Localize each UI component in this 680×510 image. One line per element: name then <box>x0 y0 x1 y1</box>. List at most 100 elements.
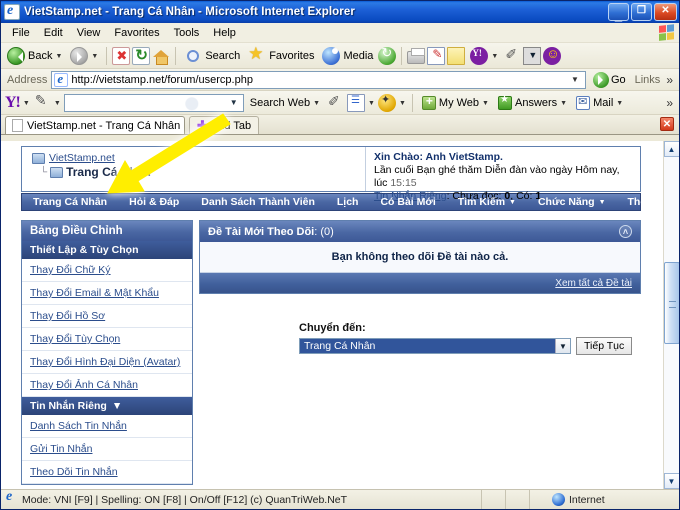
go-button[interactable]: Go <box>590 71 629 88</box>
chevron-down-icon[interactable]: ▼ <box>313 100 320 107</box>
menu-favorites[interactable]: Favorites <box>107 25 166 41</box>
address-input[interactable]: http://vietstamp.net/forum/usercp.php ▼ <box>51 70 586 89</box>
view-all-threads-link[interactable]: Xem tất cả Đề tài <box>555 278 632 289</box>
nav-danh-sach-thanh-vien[interactable]: Danh Sách Thành Viên <box>190 196 326 208</box>
refresh-icon[interactable] <box>132 46 151 65</box>
highlighter-icon[interactable] <box>326 93 344 112</box>
my-web-icon <box>421 94 436 110</box>
sidebar-item-avatar[interactable]: Thay Đổi Hình Đại Diện (Avatar) <box>22 351 192 374</box>
status-text: Mode: VNI [F9] | Spelling: ON [F8] | On/… <box>22 493 348 506</box>
yahoo-overflow-icon[interactable]: » <box>666 96 675 110</box>
chevron-down-icon[interactable]: ▼ <box>54 100 61 107</box>
chevron-down-icon[interactable]: ▼ <box>227 98 241 107</box>
chevron-down-icon[interactable]: ▼ <box>616 100 623 107</box>
popup-blocker-icon[interactable] <box>347 93 366 112</box>
history-icon[interactable] <box>378 45 397 65</box>
sidebar-item-email-mat-khau[interactable]: Thay Đổi Email & Mật Khẩu <box>22 282 192 305</box>
nav-tim-kiem[interactable]: Tìm Kiếm ▼ <box>447 196 527 208</box>
yahoo-smiley-icon[interactable] <box>543 46 562 65</box>
favorites-button[interactable]: Favorites <box>245 44 317 66</box>
yahoo-search-input[interactable]: ▼ <box>63 93 244 112</box>
chevron-down-icon[interactable]: ▼ <box>491 53 498 60</box>
nav-hoi-dap[interactable]: Hỏi & Đáp <box>118 196 190 208</box>
chevron-down-icon[interactable]: ▼ <box>91 53 98 60</box>
sidebar-item-theo-doi-tin-nhan[interactable]: Theo Dõi Tin Nhắn <box>22 461 192 484</box>
edit-icon[interactable] <box>427 46 446 65</box>
search-label: Search <box>205 49 241 62</box>
forward-button[interactable]: ▼ <box>67 46 101 66</box>
page-icon <box>12 119 23 132</box>
chevron-down-icon[interactable]: ▼ <box>368 100 375 107</box>
sidebar-item-gui-tin-nhan[interactable]: Gửi Tin Nhắn <box>22 438 192 461</box>
tab-bar: VietStamp.net - Trang Cá Nhân ✚ Add Tab … <box>1 115 679 135</box>
chevron-down-icon[interactable]: ▼ <box>399 100 406 107</box>
menu-tools[interactable]: Tools <box>167 25 207 41</box>
close-button[interactable]: ✕ <box>654 3 677 21</box>
search-web-button[interactable]: Search Web ▼ <box>247 96 323 110</box>
toolbar-overflow-icon[interactable]: » <box>666 73 675 87</box>
windows-flag-icon <box>659 24 675 41</box>
tab-vietstamp[interactable]: VietStamp.net - Trang Cá Nhân <box>5 116 185 134</box>
print-icon[interactable] <box>407 47 426 64</box>
sidebar-item-danh-sach-tin-nhan[interactable]: Danh Sách Tin Nhắn <box>22 415 192 438</box>
yahoo-messenger-button[interactable]: ▼ <box>467 46 501 66</box>
restore-button[interactable]: ❐ <box>631 3 652 21</box>
add-tab-button[interactable]: ✚ Add Tab <box>189 116 260 134</box>
antispy-icon[interactable] <box>377 93 396 112</box>
scroll-up-button[interactable]: ▲ <box>663 141 679 157</box>
search-button[interactable]: Search <box>181 46 243 66</box>
links-label[interactable]: Links <box>633 74 663 86</box>
menu-edit[interactable]: Edit <box>37 25 70 41</box>
scrollbar-track[interactable] <box>663 157 679 473</box>
menu-help[interactable]: Help <box>206 25 243 41</box>
forum-nav-bar: Trang Cá Nhân Hỏi & Đáp Danh Sách Thành … <box>21 193 656 211</box>
chevron-down-icon[interactable]: ▼ <box>560 100 567 107</box>
chevron-down-icon[interactable]: ▼ <box>482 100 489 107</box>
address-dropdown-icon[interactable]: ▼ <box>567 72 583 88</box>
greeting-last-visit: Lần cuối Bạn ghé thăm Diễn đàn vào ngày … <box>374 164 634 190</box>
vertical-scrollbar[interactable]: ▲ ▼ <box>663 141 679 489</box>
chevron-down-icon: ▼ <box>509 198 516 206</box>
menu-view[interactable]: View <box>70 25 108 41</box>
sidebar-item-ho-so[interactable]: Thay Đổi Hồ Sơ <box>22 305 192 328</box>
tab-close-button[interactable]: ✕ <box>660 117 674 131</box>
nav-co-bai-moi[interactable]: Có Bài Mới <box>369 196 446 208</box>
home-icon[interactable] <box>152 47 170 65</box>
jump-label: Chuyển đến: <box>299 322 366 334</box>
go-label: Go <box>610 73 626 86</box>
nav-chuc-nang[interactable]: Chức Năng ▼ <box>527 196 617 208</box>
download-icon[interactable] <box>523 46 542 65</box>
panel-title-group: Đề Tài Mới Theo Dõi: (0) <box>208 226 334 238</box>
chevron-down-icon[interactable]: ▼ <box>23 100 30 107</box>
back-button[interactable]: Back ▼ <box>4 46 65 66</box>
nav-lich[interactable]: Lịch <box>326 196 370 208</box>
collapse-icon[interactable]: ˄ <box>619 225 632 238</box>
window-controls: _ ❐ ✕ <box>608 3 677 22</box>
nav-trang-ca-nhan[interactable]: Trang Cá Nhân <box>22 196 118 208</box>
nav-label: Có Bài Mới <box>380 196 436 208</box>
note-icon[interactable] <box>447 46 466 65</box>
scrollbar-thumb[interactable] <box>663 262 679 344</box>
mail-button[interactable]: Mail ▼ <box>573 95 626 111</box>
highlight-icon[interactable] <box>503 46 521 65</box>
nav-label: Trang Cá Nhân <box>33 196 108 208</box>
jump-go-button[interactable]: Tiếp Tục <box>576 337 633 355</box>
answers-button[interactable]: Answers ▼ <box>495 94 570 111</box>
sidebar-item-chu-ky[interactable]: Thay Đổi Chữ Ký <box>22 259 192 282</box>
scroll-down-button[interactable]: ▼ <box>663 473 679 489</box>
yahoo-logo-icon[interactable]: Y! <box>5 94 21 112</box>
sidebar-item-tuy-chon[interactable]: Thay Đổi Tùy Chọn <box>22 328 192 351</box>
pencil-icon[interactable] <box>33 92 51 112</box>
media-button[interactable]: Media <box>319 46 376 66</box>
breadcrumb-root-link[interactable]: VietStamp.net <box>49 152 115 164</box>
media-icon <box>322 46 341 65</box>
stop-icon[interactable] <box>112 46 131 65</box>
my-web-button[interactable]: My Web ▼ <box>419 94 492 111</box>
forum-jump-select[interactable]: Trang Cá Nhân ▼ <box>299 338 571 354</box>
sidebar-section-tin-nhan-rieng[interactable]: Tin Nhắn Riêng ▼ <box>22 397 192 415</box>
nav-thoat[interactable]: Thoát <box>617 196 663 208</box>
sidebar-item-anh-ca-nhan[interactable]: Thay Đổi Ảnh Cá Nhân <box>22 374 192 397</box>
minimize-button[interactable]: _ <box>608 3 629 22</box>
chevron-down-icon[interactable]: ▼ <box>55 53 62 60</box>
menu-file[interactable]: File <box>5 25 37 41</box>
